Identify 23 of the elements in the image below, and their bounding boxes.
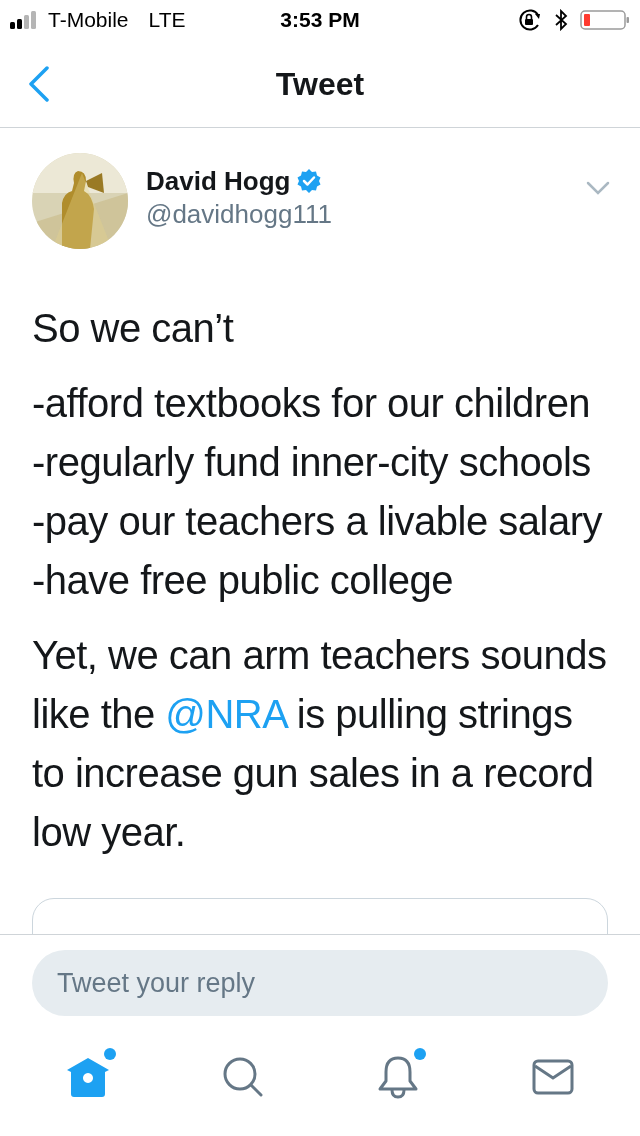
tweet-text: -afford textbooks for our children	[32, 380, 592, 427]
bell-icon	[376, 1055, 419, 1099]
tweet-text: So we can’t	[32, 305, 235, 352]
page-title: Tweet	[275, 64, 365, 104]
orientation-lock-icon	[518, 9, 542, 31]
mail-icon	[531, 1059, 574, 1095]
tweet-text: -regularly fund inner-city schools	[32, 439, 592, 486]
author-name[interactable]: David Hogg	[146, 165, 291, 197]
mention-link[interactable]: @NRA	[165, 692, 287, 736]
tweet-text: Yet, we can arm teachers sounds like the @NRA is pulling strings to increase gun sales in a record low year.	[32, 632, 608, 856]
back-icon	[28, 65, 50, 102]
carrier-name: T-Mobile	[48, 7, 129, 34]
chevron-down-icon[interactable]	[586, 181, 610, 195]
bluetooth-icon	[554, 9, 568, 31]
tweet-text: -have free public college	[32, 557, 455, 604]
battery-icon	[580, 9, 630, 31]
tweet-text: -pay our teachers a livable salary	[32, 498, 604, 545]
search-icon	[221, 1056, 264, 1098]
status-time: 3:53 PM	[280, 7, 360, 34]
home-icon	[65, 1056, 110, 1098]
network-type: LTE	[148, 7, 186, 34]
reply-field[interactable]: Tweet your reply	[32, 950, 608, 1016]
author-handle[interactable]: @davidhogg111	[146, 197, 332, 231]
